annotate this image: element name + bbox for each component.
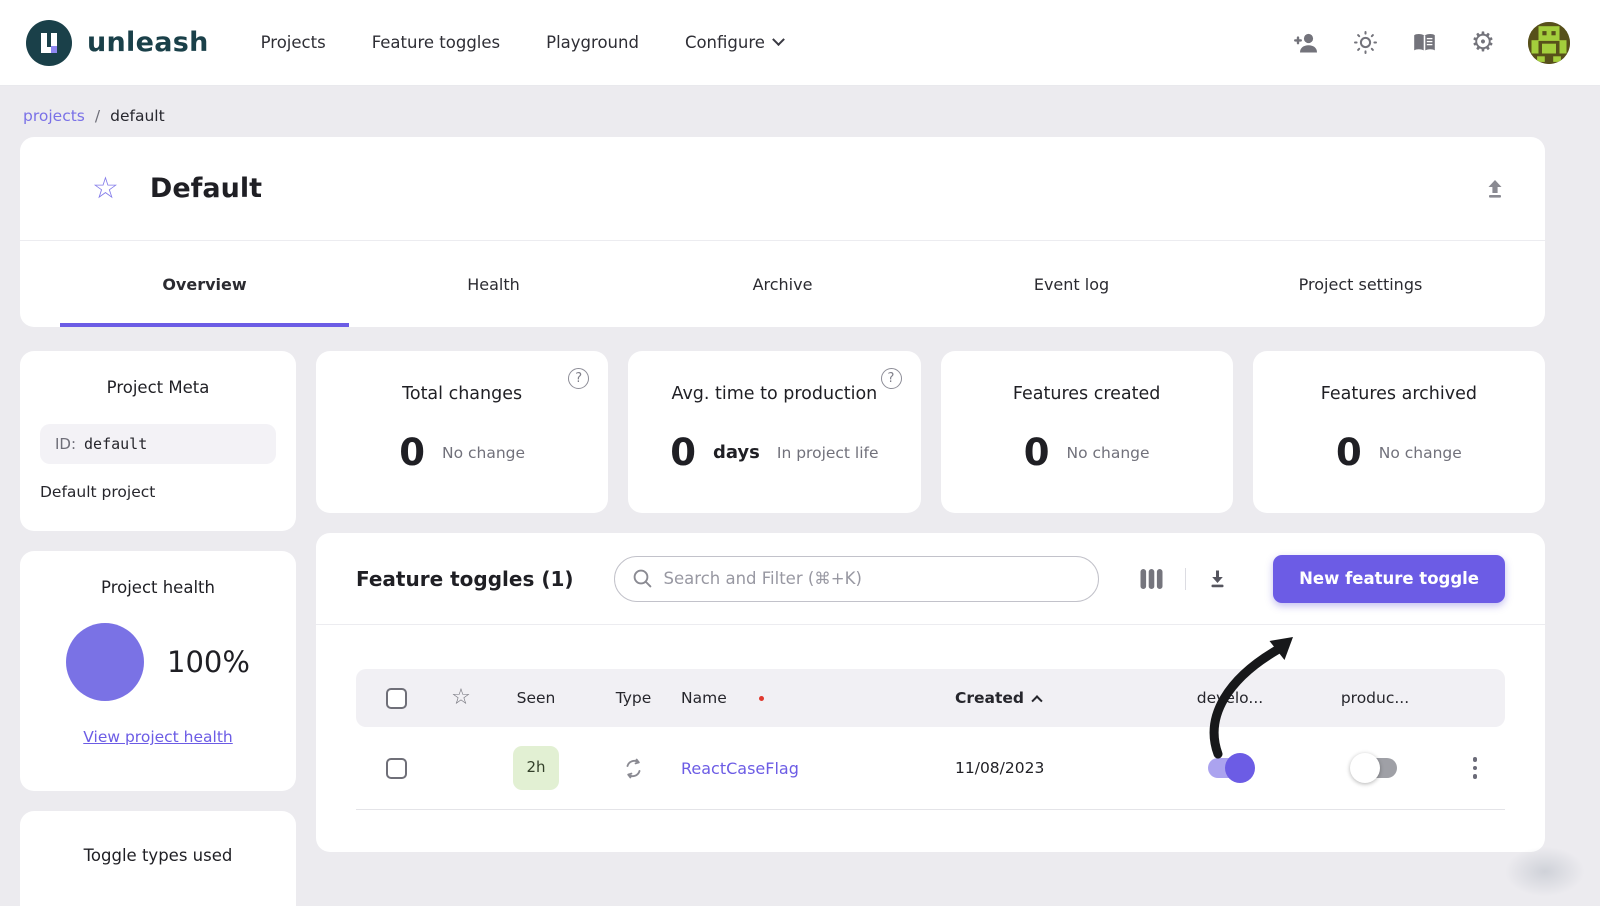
project-tabs: Overview Health Archive Event log Projec… [20, 241, 1545, 327]
search-input[interactable] [664, 569, 1081, 588]
stat-note: No change [442, 444, 525, 462]
table-header-row: ☆ Seen Type Name Created [356, 669, 1505, 727]
nav-feature-toggles[interactable]: Feature toggles [372, 33, 500, 52]
column-development[interactable]: develo... [1155, 689, 1305, 707]
favorite-column-star-icon[interactable]: ☆ [451, 687, 471, 709]
column-type[interactable]: Type [586, 689, 681, 707]
column-seen[interactable]: Seen [486, 689, 586, 707]
stat-unit: days [713, 442, 760, 463]
theme-sun-icon[interactable] [1351, 29, 1379, 57]
tab-event-log[interactable]: Event log [927, 241, 1216, 327]
download-icon[interactable] [1206, 567, 1229, 590]
feature-name-link[interactable]: ReactCaseFlag [681, 759, 799, 778]
chevron-down-icon [772, 33, 785, 46]
column-name[interactable]: Name [681, 689, 727, 707]
production-toggle-switch[interactable] [1353, 758, 1397, 778]
project-health-card: Project health 100% View project health [20, 551, 296, 791]
nav-projects[interactable]: Projects [261, 33, 326, 52]
sort-ascending-icon [1031, 695, 1042, 706]
project-stats: ? Total changes 0 No change ? Avg. time … [316, 351, 1545, 513]
new-feature-toggle-button[interactable]: New feature toggle [1273, 555, 1505, 603]
health-percentage: 100% [167, 645, 250, 679]
help-icon[interactable]: ? [881, 368, 902, 389]
stat-value: 0 [1336, 431, 1362, 474]
project-id-pill: ID: default [40, 424, 276, 464]
nav-configure[interactable]: Configure [685, 33, 783, 52]
search-icon [632, 568, 653, 589]
top-navigation: unleash Projects Feature toggles Playgro… [0, 0, 1600, 86]
stat-value: 0 [399, 431, 425, 474]
unleash-logo[interactable]: unleash [26, 20, 209, 66]
tab-project-settings[interactable]: Project settings [1216, 241, 1505, 327]
nav-right-actions: ⚙ [1292, 22, 1570, 64]
seen-badge: 2h [513, 746, 558, 790]
user-avatar[interactable] [1528, 22, 1570, 64]
docs-book-icon[interactable] [1410, 29, 1438, 57]
feature-toggles-card: Feature toggles (1) [316, 533, 1545, 852]
nav-playground[interactable]: Playground [546, 33, 639, 52]
stat-avg-time-to-production: ? Avg. time to production 0 days In proj… [628, 351, 920, 513]
stat-note: In project life [777, 444, 879, 462]
stat-note: No change [1379, 444, 1462, 462]
tab-archive[interactable]: Archive [638, 241, 927, 327]
health-chart-circle [66, 623, 144, 701]
toggle-type-release-icon [622, 757, 645, 780]
project-sidebar: Project Meta ID: default Default project… [20, 351, 296, 906]
export-upload-icon[interactable] [1483, 177, 1507, 201]
project-id-label: ID: [55, 435, 76, 453]
main-nav: Projects Feature toggles Playground Conf… [261, 33, 783, 52]
tab-health[interactable]: Health [349, 241, 638, 327]
invite-user-icon[interactable] [1292, 29, 1320, 57]
project-id-value: default [84, 435, 147, 453]
stat-total-changes: ? Total changes 0 No change [316, 351, 608, 513]
stat-note: No change [1066, 444, 1149, 462]
breadcrumb-separator: / [95, 107, 100, 125]
row-divider [356, 809, 1505, 810]
project-description: Default project [40, 483, 276, 501]
project-health-title: Project health [40, 578, 276, 597]
view-project-health-link[interactable]: View project health [40, 728, 276, 746]
red-dot [759, 696, 764, 701]
unleash-logo-icon [26, 20, 72, 66]
feature-toggles-table: ☆ Seen Type Name Created [356, 669, 1505, 810]
table-row: 2h ReactCaseFlag [356, 727, 1505, 809]
project-meta-title: Project Meta [40, 378, 276, 397]
favorite-star-icon[interactable]: ☆ [92, 174, 119, 204]
toggle-types-card: Toggle types used [20, 811, 296, 906]
stat-features-archived: Features archived 0 No change [1253, 351, 1545, 513]
project-meta-card: Project Meta ID: default Default project [20, 351, 296, 531]
row-actions-kebab-icon[interactable] [1469, 753, 1482, 783]
breadcrumb: projects / default [0, 86, 1600, 125]
toolbar-divider [1185, 568, 1186, 590]
search-box[interactable] [614, 556, 1099, 602]
project-header-card: ☆ Default Overview Health Archive Event … [20, 137, 1545, 327]
stat-features-created: Features created 0 No change [941, 351, 1233, 513]
column-created-sorted[interactable]: Created [955, 689, 1041, 707]
column-production[interactable]: produc... [1305, 689, 1445, 707]
created-date: 11/08/2023 [955, 759, 1044, 777]
toggle-types-title: Toggle types used [20, 846, 296, 865]
section-divider [316, 624, 1545, 625]
development-toggle-switch[interactable] [1208, 758, 1252, 778]
page-title: Default [150, 173, 262, 204]
breadcrumb-current: default [110, 107, 165, 125]
settings-gear-icon[interactable]: ⚙ [1469, 29, 1497, 57]
row-checkbox[interactable] [386, 758, 407, 779]
select-all-checkbox[interactable] [386, 688, 407, 709]
stat-value: 0 [1024, 431, 1050, 474]
feature-toggles-title: Feature toggles (1) [356, 567, 574, 591]
stat-value: 0 [670, 431, 696, 474]
brand-name: unleash [87, 27, 209, 58]
tab-overview[interactable]: Overview [60, 241, 349, 327]
columns-icon[interactable] [1138, 568, 1165, 590]
breadcrumb-projects-link[interactable]: projects [23, 107, 85, 125]
